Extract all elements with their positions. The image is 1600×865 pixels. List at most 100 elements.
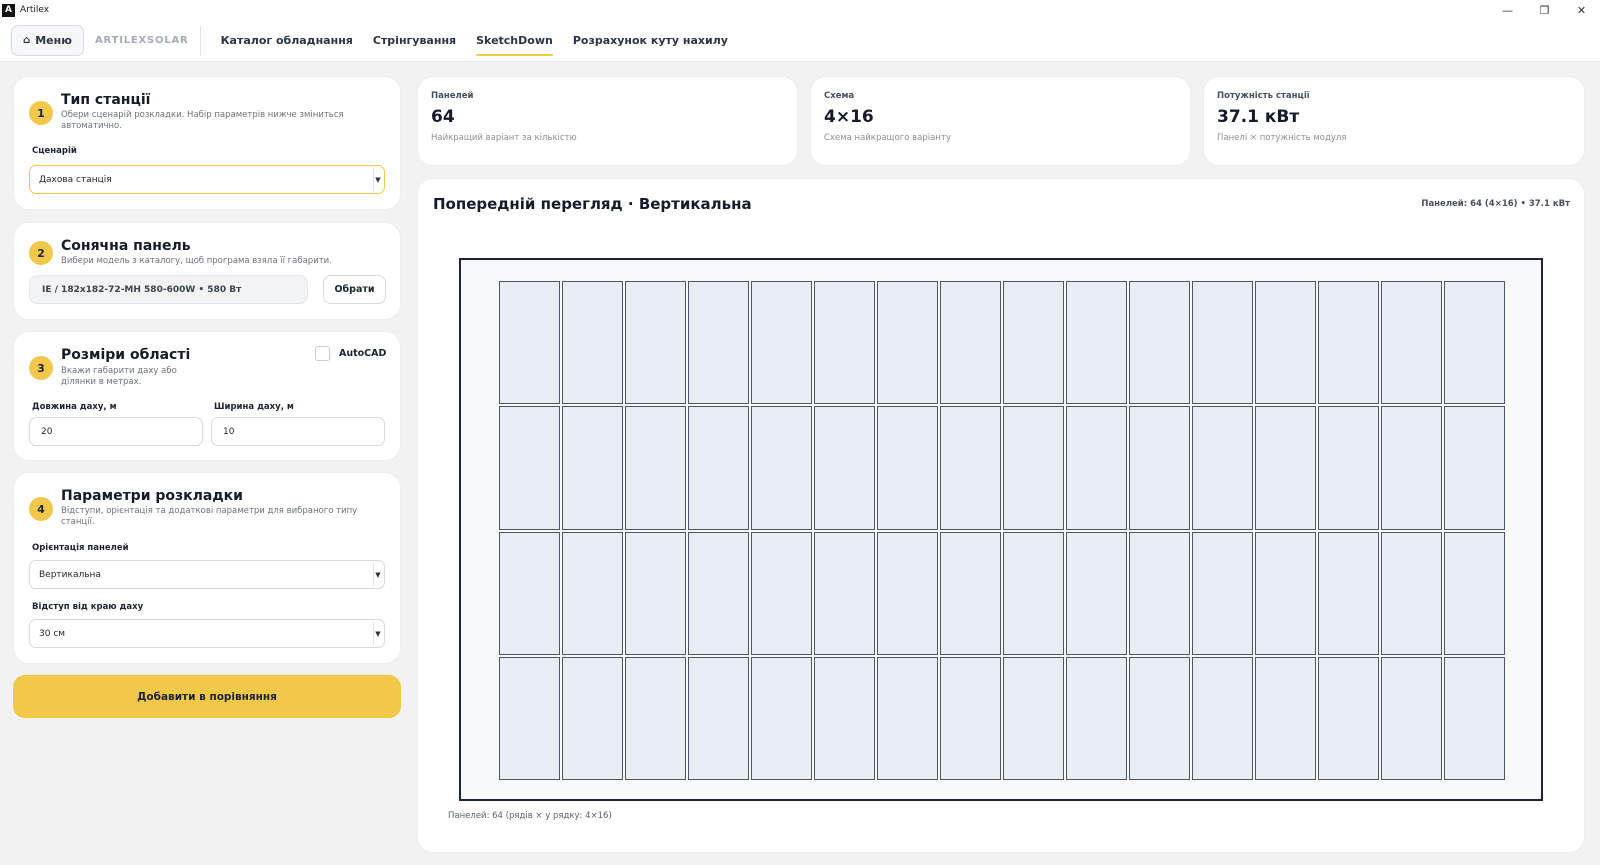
solar-panel-cell [1066,656,1127,780]
solar-panel-cell [562,281,623,405]
solar-panel-cell [688,656,749,780]
solar-panel-cell [562,656,623,780]
tab-tilt-angle[interactable]: Розрахунок куту нахилу [573,20,728,62]
solar-panel-cell [751,656,812,780]
choose-panel-button[interactable]: Обрати [323,275,386,304]
window-controls: — ❐ ✕ [1489,0,1600,20]
card-title: Тип станції [61,92,151,108]
solar-panel-cell [1318,406,1379,530]
chevron-down-icon: ▼ [373,622,382,645]
stat-value: 4×16 [824,107,874,127]
orientation-label: Орієнтація панелей [32,543,129,553]
solar-panel-cell [814,406,875,530]
card-description: Вибери модель з каталогу, щоб програма в… [61,256,332,266]
panel-grid [499,281,1505,780]
stat-subtitle: Найкращий варіант за кількістю [431,133,577,143]
step-badge: 3 [29,356,53,380]
solar-panel-cell [877,406,938,530]
tab-sketchdown[interactable]: SketchDown [476,20,553,62]
step-badge: 2 [29,241,53,265]
stat-value: 37.1 кВт [1217,107,1300,127]
stat-subtitle: Панелі × потужність модуля [1217,133,1347,143]
menu-button-label: Меню [35,34,72,47]
solar-panel-cell [499,281,560,405]
solar-panel-cell [1003,406,1064,530]
solar-panel-cell [688,406,749,530]
solar-panel-cell [1255,406,1316,530]
solar-panel-cell [1066,531,1127,655]
solar-panel-cell [1255,656,1316,780]
card-description: Відступи, орієнтація та додаткові параме… [61,506,358,527]
orientation-select[interactable]: Вертикальна ▼ [29,560,385,589]
scenario-value: Дахова станція [39,174,112,185]
tab-stringing[interactable]: Стрінгування [373,20,456,62]
preview-title: Попередній перегляд · Вертикальна [433,195,752,213]
scenario-select[interactable]: Дахова станція ▼ [29,165,385,194]
minimize-button[interactable]: — [1489,0,1526,20]
solar-panel-cell [814,531,875,655]
solar-panel-cell [1129,281,1190,405]
stat-label: Панелей [431,91,474,101]
solar-panel-cell [1003,656,1064,780]
menu-button[interactable]: ⌂ Меню [11,25,84,56]
solar-panel-cell [814,656,875,780]
close-button[interactable]: ✕ [1563,0,1600,20]
stat-label: Потужність станції [1217,91,1310,101]
autocad-checkbox[interactable] [315,346,330,361]
selected-panel-field[interactable]: IE / 182x182-72-MH 580-600W • 580 Вт [29,275,308,304]
solar-panel-cell [562,531,623,655]
solar-panel-cell [1318,531,1379,655]
solar-panel-cell [940,531,1001,655]
step-badge: 4 [29,497,53,521]
solar-panel-cell [1192,531,1253,655]
home-icon: ⌂ [23,35,31,46]
solar-panel-cell [751,531,812,655]
solar-panel-cell [499,406,560,530]
stat-label: Схема [824,91,855,101]
solar-panel-cell [1129,656,1190,780]
solar-panel-cell [625,406,686,530]
preview-summary: Панелей: 64 (4×16) • 37.1 кВт [1421,199,1570,209]
chevron-down-icon: ▼ [373,168,382,191]
maximize-button[interactable]: ❐ [1526,0,1563,20]
title-bar: A Artilex — ❐ ✕ [0,0,1600,20]
scenario-label: Сценарій [32,146,77,156]
layout-params-card: 4 Параметри розкладки Відступи, орієнтац… [13,472,401,664]
card-description: Вкажи габарити даху або ділянки в метрах… [61,366,177,387]
solar-panel-cell [1381,406,1442,530]
card-description: Обери сценарій розкладки. Набір параметр… [61,110,344,131]
edge-offset-label: Відступ від краю даху [32,602,144,612]
card-title: Розміри області [61,347,191,363]
solar-panel-cell [688,531,749,655]
solar-panel-cell [499,531,560,655]
solar-panel-cell [1381,656,1442,780]
preview-card: Попередній перегляд · Вертикальна Панеле… [417,178,1585,853]
solar-panel-cell [1381,531,1442,655]
stat-subtitle: Схема найкращого варіанту [824,133,951,143]
solar-panel-cell [1318,281,1379,405]
solar-panel-card: 2 Сонячна панель Вибери модель з каталог… [13,222,401,320]
solar-panel-cell [1318,656,1379,780]
top-navigation: ⌂ Меню ARTILEXSOLAR Каталог обладнання С… [0,20,1600,62]
stat-value: 64 [431,107,455,127]
add-to-comparison-button[interactable]: Добавити в порівняння [13,675,401,718]
solar-panel-cell [625,281,686,405]
roof-length-input[interactable]: 20 [29,417,203,446]
solar-panel-cell [625,531,686,655]
solar-panel-cell [1192,656,1253,780]
solar-panel-cell [562,406,623,530]
autocad-label: AutoCAD [339,348,387,359]
app-logo-icon: A [2,3,15,17]
stat-card-power: Потужність станції 37.1 кВт Панелі × пот… [1203,76,1585,166]
edge-offset-select[interactable]: 30 см ▼ [29,619,385,648]
solar-panel-cell [1381,281,1442,405]
edge-offset-value: 30 см [39,628,66,639]
solar-panel-cell [1255,281,1316,405]
nav-divider [199,25,201,56]
station-type-card: 1 Тип станції Обери сценарій розкладки. … [13,76,401,210]
solar-panel-cell [751,406,812,530]
roof-width-input[interactable]: 10 [211,417,385,446]
solar-panel-cell [1066,281,1127,405]
tab-equipment-catalog[interactable]: Каталог обладнання [221,20,353,62]
solar-panel-cell [1444,406,1505,530]
